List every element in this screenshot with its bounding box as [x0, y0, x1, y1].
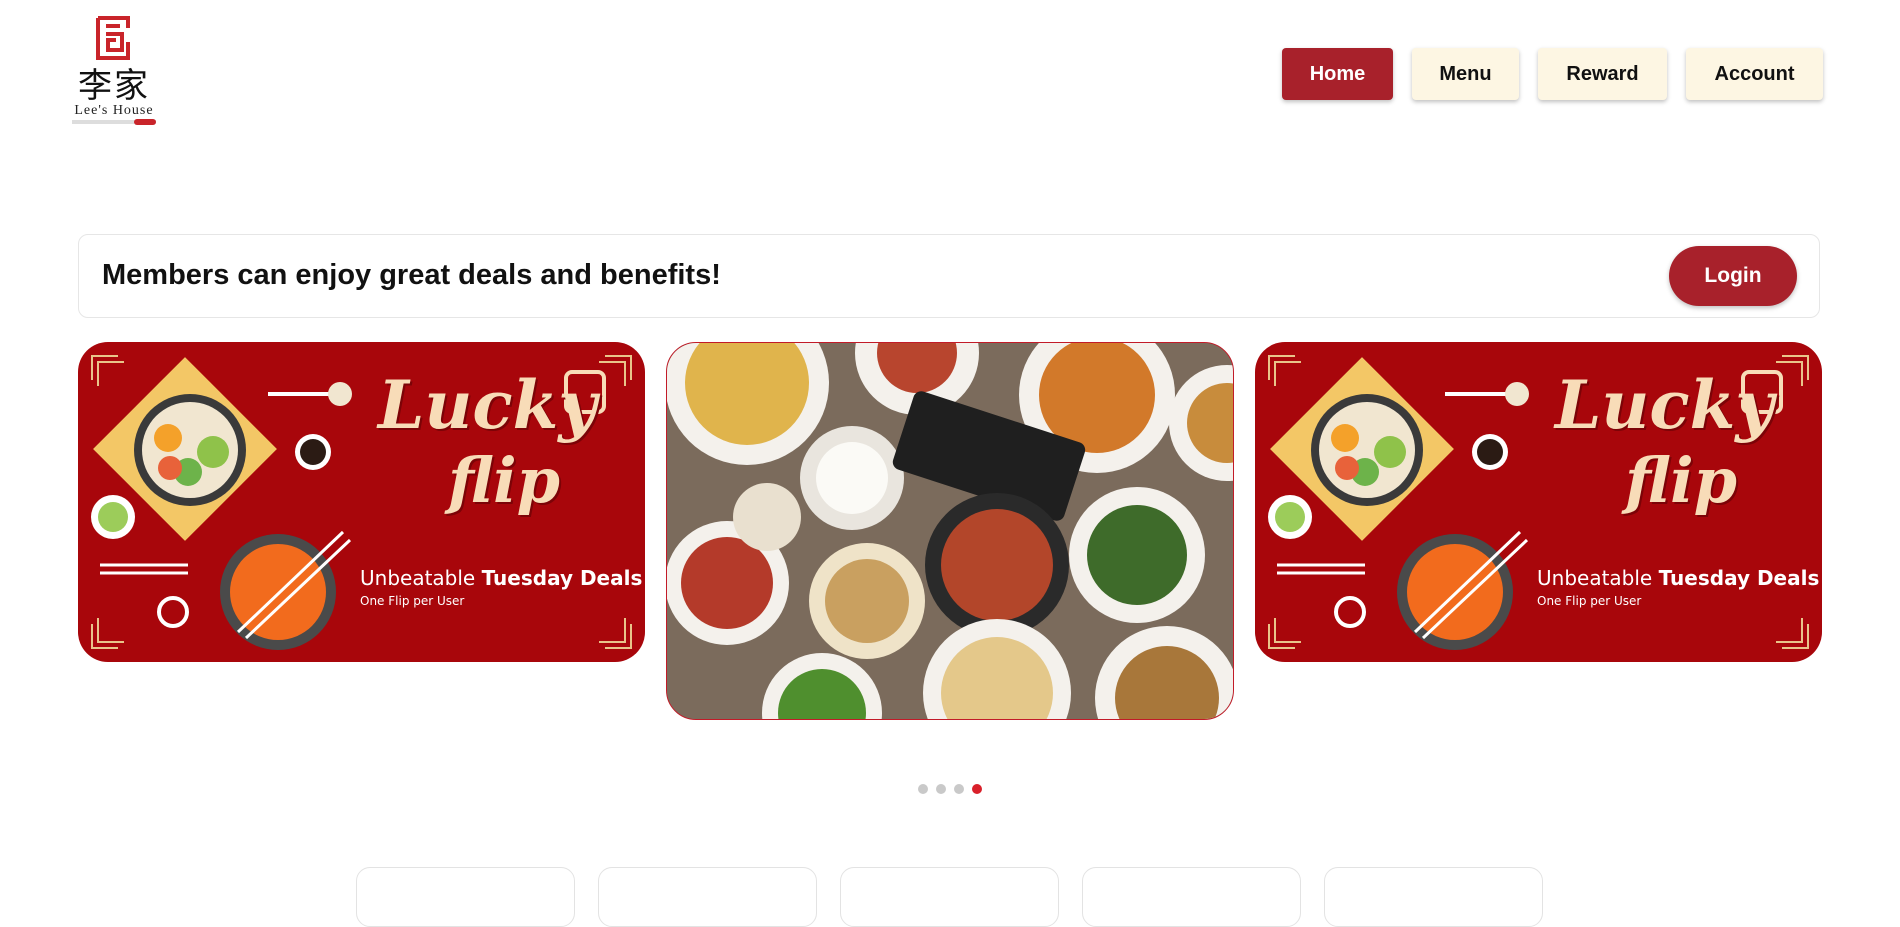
category-card[interactable]: [1324, 867, 1543, 927]
brand-logo[interactable]: 李家 Lee's House: [68, 12, 160, 125]
carousel-dot-1[interactable]: [918, 784, 928, 794]
nav-account-button[interactable]: Account: [1686, 48, 1823, 100]
nav-reward-button[interactable]: Reward: [1538, 48, 1667, 100]
carousel-pagination: [918, 784, 982, 794]
carousel-dot-3[interactable]: [954, 784, 964, 794]
promo-subtitle: One Flip per User: [1537, 594, 1642, 608]
food-spread-image: [667, 343, 1233, 719]
promo-title-line1: Lucky: [1555, 366, 1774, 444]
seal-icon: [96, 16, 130, 60]
brand-name-cn: 李家: [78, 66, 150, 106]
nav-menu-button[interactable]: Menu: [1412, 48, 1519, 100]
carousel-slide-lucky-flip-right[interactable]: Lucky flip Unbeatable Tuesday Deals One …: [1255, 342, 1822, 662]
promo-deal-prefix: Unbeatable: [360, 566, 482, 590]
members-message: Members can enjoy great deals and benefi…: [102, 259, 721, 291]
members-banner: Members can enjoy great deals and benefi…: [78, 234, 1820, 318]
brand-name-en: Lee's House: [74, 103, 154, 118]
category-cards: [356, 867, 1543, 927]
promo-deal-line: Unbeatable Tuesday Deals: [360, 566, 642, 590]
login-button[interactable]: Login: [1669, 246, 1797, 306]
promo-deal-prefix: Unbeatable: [1537, 566, 1659, 590]
carousel-slide-food-photo[interactable]: [666, 342, 1234, 720]
promo-title-line1: Lucky: [378, 366, 597, 444]
promo-title-line2: flip: [1625, 444, 1737, 517]
category-card[interactable]: [1082, 867, 1301, 927]
category-card[interactable]: [598, 867, 817, 927]
promo-deal-bold: Tuesday Deals: [1658, 566, 1820, 590]
category-card[interactable]: [356, 867, 575, 927]
brand-tagline-bar: [72, 119, 156, 125]
carousel-slide-lucky-flip-left[interactable]: Lucky flip Unbeatable Tuesday Deals One …: [78, 342, 645, 662]
carousel-dot-2[interactable]: [936, 784, 946, 794]
category-card[interactable]: [840, 867, 1059, 927]
main-nav: Home Menu Reward Account: [1282, 48, 1823, 100]
nav-home-button[interactable]: Home: [1282, 48, 1393, 100]
promo-deal-line: Unbeatable Tuesday Deals: [1537, 566, 1819, 590]
carousel-dot-4[interactable]: [972, 784, 982, 794]
promo-title-line2: flip: [448, 444, 560, 517]
promo-subtitle: One Flip per User: [360, 594, 465, 608]
promo-deal-bold: Tuesday Deals: [481, 566, 643, 590]
